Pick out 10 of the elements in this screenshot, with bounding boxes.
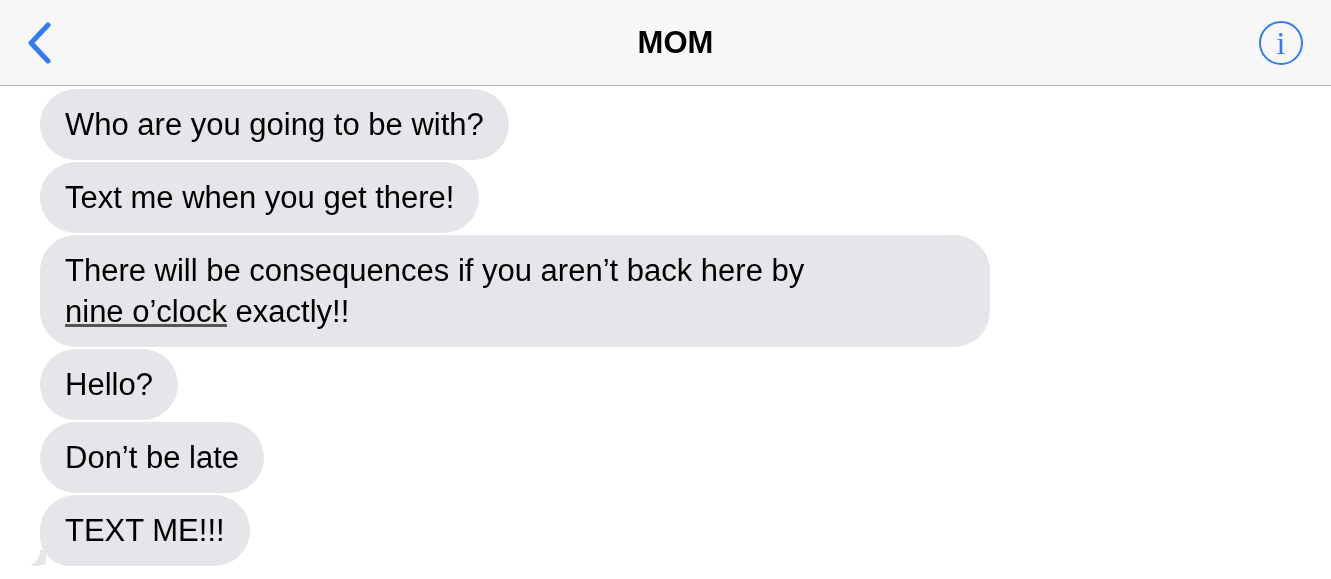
message-bubble: Who are you going to be with? [40, 89, 509, 160]
back-chevron-icon[interactable] [26, 21, 52, 64]
message-bubble: Hello? [40, 349, 178, 420]
contact-name: MOM [637, 24, 714, 61]
message-bubble: There will be consequences if you aren’t back here by nine o’clock exactly!! [40, 235, 990, 347]
message-bubble: Text me when you get there! [40, 162, 480, 233]
message-bubble: TEXT ME!!! [40, 495, 250, 566]
info-button[interactable]: i [1259, 20, 1303, 65]
time-link[interactable]: nine o’clock [65, 294, 227, 329]
message-bubble: Don’t be late [40, 422, 265, 493]
